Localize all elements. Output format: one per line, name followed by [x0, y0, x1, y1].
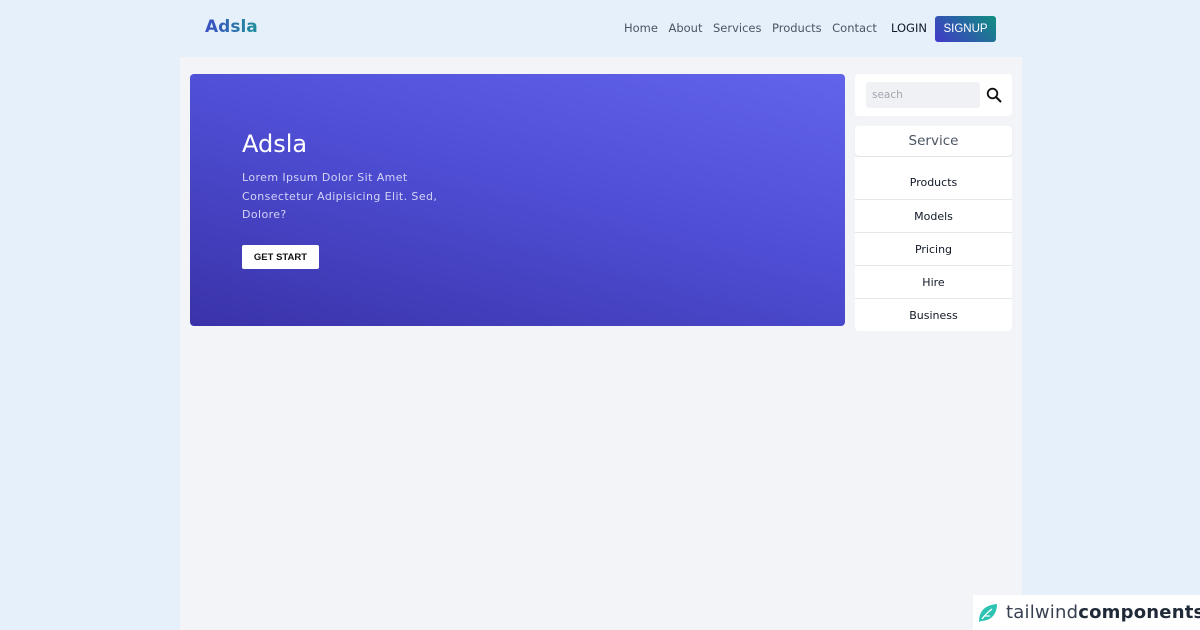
service-item-pricing[interactable]: Pricing: [855, 232, 1012, 265]
nav-services[interactable]: Services: [713, 21, 762, 35]
service-list: Products Models Pricing Hire Business: [855, 157, 1012, 331]
main-content: Adsla Lorem Ipsum Dolor Sit Amet Consect…: [180, 57, 1022, 630]
service-title: Service: [855, 126, 1012, 156]
hero-description: Lorem Ipsum Dolor Sit Amet Consectetur A…: [242, 171, 438, 221]
badge-text-bold: components: [1078, 602, 1200, 623]
service-item-products[interactable]: Products: [855, 157, 1012, 199]
search-input[interactable]: [866, 82, 980, 108]
nav-home[interactable]: Home: [624, 21, 658, 35]
header: Adsla Home About Services Products Conta…: [180, 0, 1022, 57]
hero-banner: Adsla Lorem Ipsum Dolor Sit Amet Consect…: [190, 74, 845, 326]
hero-title: Adsla: [242, 130, 308, 158]
service-item-business[interactable]: Business: [855, 298, 1012, 331]
main-nav: Home About Services Products Contact: [624, 21, 887, 35]
nav-products[interactable]: Products: [772, 21, 822, 35]
signup-button[interactable]: SIGNUP: [935, 16, 996, 42]
badge-text: tailwindcomponents: [1006, 602, 1200, 623]
leaf-icon: [977, 602, 999, 624]
search-card: [855, 74, 1012, 116]
tailwindcomponents-badge[interactable]: tailwindcomponents: [973, 595, 1200, 630]
login-link[interactable]: LOGIN: [891, 21, 927, 35]
nav-contact[interactable]: Contact: [832, 21, 877, 35]
badge-text-light: tailwind: [1006, 602, 1079, 623]
service-item-hire[interactable]: Hire: [855, 265, 1012, 298]
nav-about[interactable]: About: [668, 21, 702, 35]
search-icon[interactable]: [986, 87, 1002, 103]
get-start-button[interactable]: GET START: [242, 245, 319, 269]
logo[interactable]: Adsla: [205, 17, 258, 37]
service-item-models[interactable]: Models: [855, 199, 1012, 232]
